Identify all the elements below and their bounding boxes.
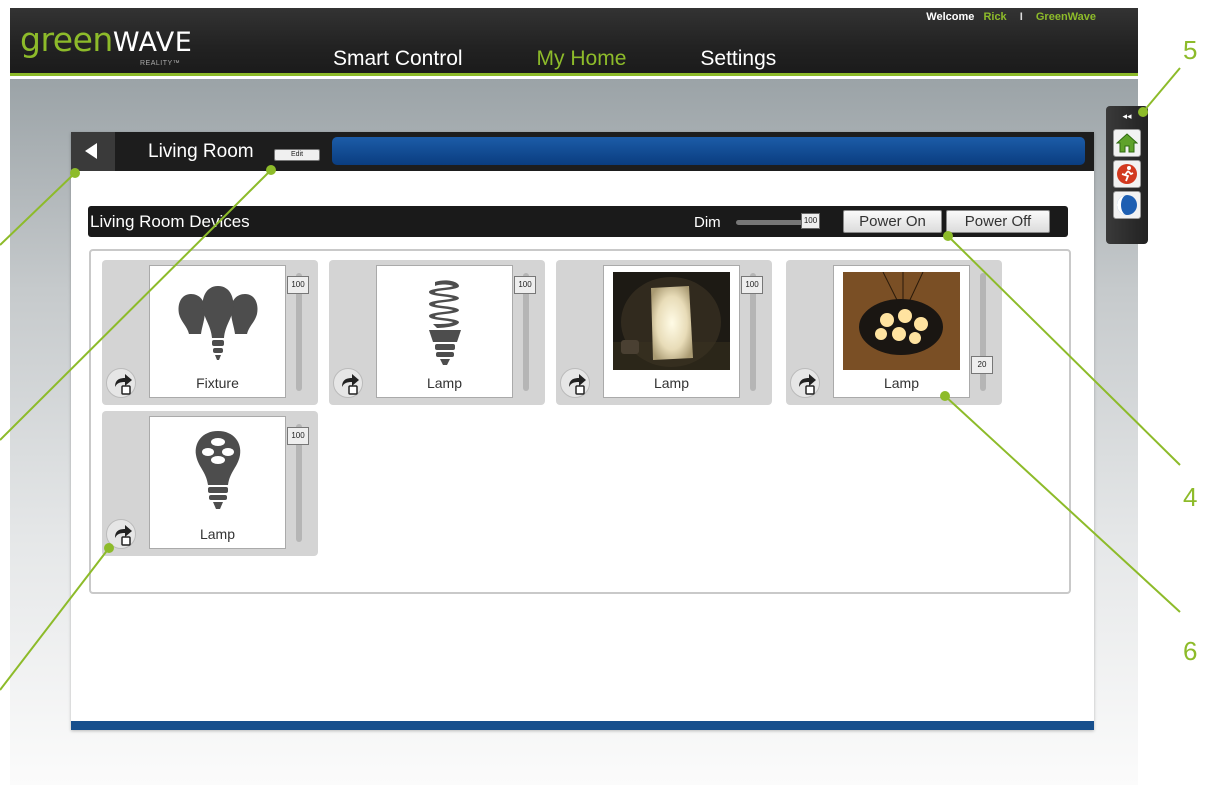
power-on-button[interactable]: Power On [843, 210, 942, 233]
device-thumbnail[interactable]: Lamp [376, 265, 513, 398]
share-arrow-icon [569, 374, 586, 395]
device-card-lamp-table: Lamp 100 [556, 260, 772, 405]
devices-section-title: Living Room Devices [90, 212, 250, 231]
device-label: Lamp [653, 375, 690, 391]
device-image [159, 272, 276, 372]
account-link[interactable]: GreenWave [1036, 11, 1096, 23]
main-nav: Smart Control My Home Settings [333, 47, 850, 71]
device-dimmer-value[interactable]: 20 [971, 356, 993, 374]
callout-dot [940, 391, 950, 401]
welcome-label: Welcome [926, 11, 975, 23]
callout-dot [70, 168, 80, 178]
dim-all-slider[interactable] [736, 220, 806, 225]
top-navigation-bar: greenWAVE REALITY™ Smart Control My Home… [10, 8, 1138, 76]
device-thumbnail[interactable]: Fixture [149, 265, 286, 398]
user-name-link[interactable]: Rick [983, 11, 1006, 23]
device-label: Fixture [196, 375, 239, 391]
device-thumbnail[interactable]: Lamp [833, 265, 970, 398]
greenwave-logo[interactable]: greenWAVE REALITY™ [20, 20, 193, 67]
home-button[interactable] [1113, 129, 1141, 157]
running-person-icon [1117, 164, 1137, 184]
pendant-lamp-photo [843, 272, 960, 370]
moon-icon [1117, 195, 1137, 215]
device-card-lamp-pendant: Lamp 20 [786, 260, 1002, 405]
back-arrow-icon [85, 143, 97, 159]
quick-actions-widget: ◂◂ [1106, 106, 1148, 244]
devices-grid: Fixture 100 Lamp 100 Lamp 100 Lamp 20 La… [89, 249, 1071, 594]
bulb-cluster-icon [178, 286, 257, 360]
device-label: Lamp [883, 375, 920, 391]
away-mode-button[interactable] [1113, 160, 1141, 188]
edit-room-button[interactable]: Edit [274, 149, 320, 161]
share-arrow-icon [799, 374, 816, 395]
led-bulb-icon [195, 431, 240, 509]
device-dimmer-value[interactable]: 100 [287, 427, 309, 445]
device-card-lamp-cfl: Lamp 100 [329, 260, 545, 405]
callout-dot [266, 165, 276, 175]
device-image [386, 272, 503, 372]
share-arrow-icon [115, 374, 132, 395]
device-image [159, 423, 276, 523]
device-thumbnail[interactable]: Lamp [603, 265, 740, 398]
dim-label: Dim [694, 214, 721, 231]
table-lamp-photo [613, 272, 730, 370]
device-share-button[interactable] [790, 368, 820, 398]
logo-text-green: green [20, 20, 113, 59]
callout-dot [104, 543, 114, 553]
night-mode-button[interactable] [1113, 191, 1141, 219]
welcome-separator: I [1019, 11, 1023, 23]
nav-my-home[interactable]: My Home [537, 47, 627, 71]
device-dimmer-value[interactable]: 100 [287, 276, 309, 294]
device-label: Lamp [426, 375, 463, 391]
room-panel: Living Room Edit Living Room Devices Dim… [71, 132, 1094, 730]
logo-text-wave: WAVE [112, 27, 193, 58]
device-dimmer-value[interactable]: 100 [514, 276, 536, 294]
callout-dot [943, 231, 953, 241]
logo-subtitle: REALITY™ [140, 60, 181, 67]
callout-number-6: 6 [1183, 636, 1198, 666]
device-dimmer-value[interactable]: 100 [741, 276, 763, 294]
back-button[interactable] [71, 132, 115, 171]
room-status-bar [332, 137, 1085, 165]
device-card-fixture: Fixture 100 [102, 260, 318, 405]
nav-smart-control[interactable]: Smart Control [333, 47, 463, 71]
welcome-message: Welcome Rick I GreenWave [926, 11, 1096, 23]
device-label: Lamp [199, 526, 236, 542]
power-off-button[interactable]: Power Off [946, 210, 1050, 233]
room-header: Living Room Edit [71, 132, 1094, 171]
room-title: Living Room [148, 141, 254, 162]
home-icon [1116, 133, 1138, 153]
callout-number-4: 4 [1183, 482, 1198, 512]
callout-number-5: 5 [1183, 35, 1198, 65]
device-share-button[interactable] [333, 368, 363, 398]
device-card-lamp-led: Lamp 100 [102, 411, 318, 556]
callout-dot [1138, 107, 1148, 117]
nav-settings[interactable]: Settings [700, 47, 776, 71]
device-share-button[interactable] [560, 368, 590, 398]
dim-all-value[interactable]: 100 [801, 213, 820, 229]
cfl-bulb-icon [428, 280, 461, 365]
devices-toolbar: Living Room Devices Dim 100 Power On Pow… [88, 206, 1068, 237]
share-arrow-icon [342, 374, 359, 395]
device-thumbnail[interactable]: Lamp [149, 416, 286, 549]
device-share-button[interactable] [106, 368, 136, 398]
panel-footer-bar [71, 721, 1094, 730]
